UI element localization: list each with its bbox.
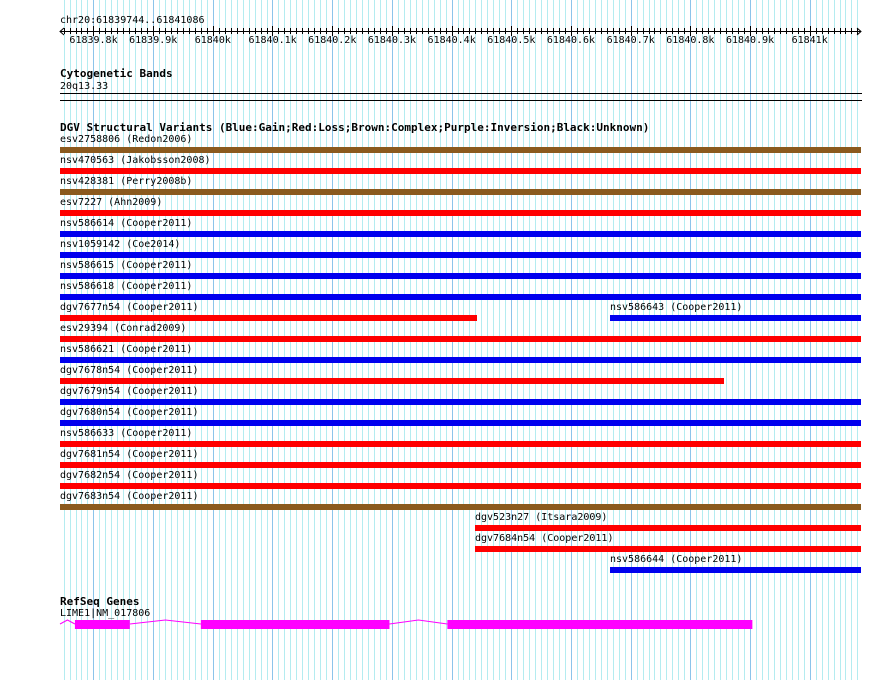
sv-label[interactable]: nsv1059142 (Coe2014) bbox=[60, 239, 180, 250]
sv-label[interactable]: esv7227 (Ahn2009) bbox=[60, 197, 162, 208]
sv-label[interactable]: dgv523n27 (Itsara2009) bbox=[475, 512, 607, 523]
sv-label[interactable]: esv29394 (Conrad2009) bbox=[60, 323, 186, 334]
sv-bar-loss[interactable] bbox=[60, 462, 861, 468]
ruler-tick-label: 61840.9k bbox=[725, 35, 775, 46]
sv-bar-gain[interactable] bbox=[60, 420, 861, 426]
sv-label[interactable]: dgv7684n54 (Cooper2011) bbox=[475, 533, 613, 544]
sv-bar-complex[interactable] bbox=[60, 189, 861, 195]
sv-label[interactable]: dgv7681n54 (Cooper2011) bbox=[60, 449, 198, 460]
sv-label[interactable]: dgv7680n54 (Cooper2011) bbox=[60, 407, 198, 418]
cytoband-track-title[interactable]: Cytogenetic Bands bbox=[60, 68, 173, 79]
gene-intron bbox=[59, 619, 76, 625]
genome-browser-panel: chr20:61839744..61841086 61839.8k 61839.9… bbox=[0, 0, 890, 680]
sv-bar-gain[interactable] bbox=[60, 357, 861, 363]
ruler-tick-label: 61840.7k bbox=[606, 35, 655, 46]
ruler-tick-label: 61840.8k bbox=[666, 35, 715, 46]
refseq-track-title[interactable]: RefSeq Genes bbox=[60, 596, 139, 607]
sv-bar-gain[interactable] bbox=[60, 273, 861, 279]
sv-label[interactable]: dgv7677n54 (Cooper2011) bbox=[60, 302, 198, 313]
sv-bar-gain[interactable] bbox=[60, 231, 861, 237]
gene-exon bbox=[74, 620, 130, 629]
gene-exon bbox=[447, 620, 753, 629]
sv-label[interactable]: nsv586643 (Cooper2011) bbox=[610, 302, 742, 313]
ruler-tick-label: 61840.5k bbox=[487, 35, 536, 46]
sv-label[interactable]: nsv586615 (Cooper2011) bbox=[60, 260, 192, 271]
sv-bar-loss[interactable] bbox=[60, 210, 861, 216]
sv-label[interactable]: dgv7678n54 (Cooper2011) bbox=[60, 365, 198, 376]
sv-bar-complex[interactable] bbox=[60, 147, 861, 153]
ruler-tick-label: 61840k bbox=[194, 35, 231, 46]
ruler-tick-label: 61840.1k bbox=[248, 35, 297, 46]
sv-bar-gain[interactable] bbox=[60, 252, 861, 258]
sv-label[interactable]: nsv586621 (Cooper2011) bbox=[60, 344, 192, 355]
cytoband-label[interactable]: 20q13.33 bbox=[60, 81, 108, 92]
sv-bar-loss[interactable] bbox=[475, 546, 861, 552]
sv-label[interactable]: esv2758806 (Redon2006) bbox=[60, 134, 192, 145]
sv-bar-loss[interactable] bbox=[60, 315, 477, 321]
dgv-track-title[interactable]: DGV Structural Variants (Blue:Gain;Red:L… bbox=[60, 122, 649, 133]
sv-bar-loss[interactable] bbox=[475, 525, 861, 531]
sv-label[interactable]: nsv470563 (Jakobsson2008) bbox=[60, 155, 211, 166]
sv-bar-loss[interactable] bbox=[60, 336, 861, 342]
sv-label[interactable]: dgv7682n54 (Cooper2011) bbox=[60, 470, 198, 481]
sv-label[interactable]: dgv7683n54 (Cooper2011) bbox=[60, 491, 198, 502]
sv-bar-loss[interactable] bbox=[60, 441, 861, 447]
sv-bar-gain[interactable] bbox=[610, 567, 861, 573]
sv-label[interactable]: nsv586633 (Cooper2011) bbox=[60, 428, 192, 439]
gene-intron bbox=[389, 619, 448, 625]
sv-label[interactable]: dgv7679n54 (Cooper2011) bbox=[60, 386, 198, 397]
gene-exon bbox=[200, 620, 390, 629]
ruler-tick-label: 61839.9k bbox=[129, 35, 178, 46]
ruler-tick-label: 61839.8k bbox=[69, 35, 118, 46]
sv-bar-gain[interactable] bbox=[60, 294, 861, 300]
sv-bar-gain[interactable] bbox=[610, 315, 861, 321]
sv-bar-loss[interactable] bbox=[60, 378, 724, 384]
sv-bar-loss[interactable] bbox=[60, 483, 861, 489]
sv-label[interactable]: nsv586614 (Cooper2011) bbox=[60, 218, 192, 229]
sv-label[interactable]: nsv586618 (Cooper2011) bbox=[60, 281, 192, 292]
sv-label[interactable]: nsv586644 (Cooper2011) bbox=[610, 554, 742, 565]
ruler-tick-label: 61841k bbox=[791, 35, 828, 46]
sv-bar-gain[interactable] bbox=[60, 399, 861, 405]
sv-bar-loss[interactable] bbox=[60, 168, 861, 174]
cytoband-line-bottom bbox=[60, 100, 862, 101]
gene-intron bbox=[129, 619, 201, 625]
sv-bar-complex[interactable] bbox=[60, 504, 861, 510]
ruler-tick-label: 61840.3k bbox=[367, 35, 417, 46]
ruler-tick-label: 61840.2k bbox=[308, 35, 357, 46]
gene-model-lime1[interactable] bbox=[0, 616, 890, 632]
ruler-tick-label: 61840.6k bbox=[546, 35, 596, 46]
sv-label[interactable]: nsv428381 (Perry2008b) bbox=[60, 176, 192, 187]
ruler-tick-label: 61840.4k bbox=[427, 35, 476, 46]
cytoband-line-top bbox=[60, 93, 862, 94]
